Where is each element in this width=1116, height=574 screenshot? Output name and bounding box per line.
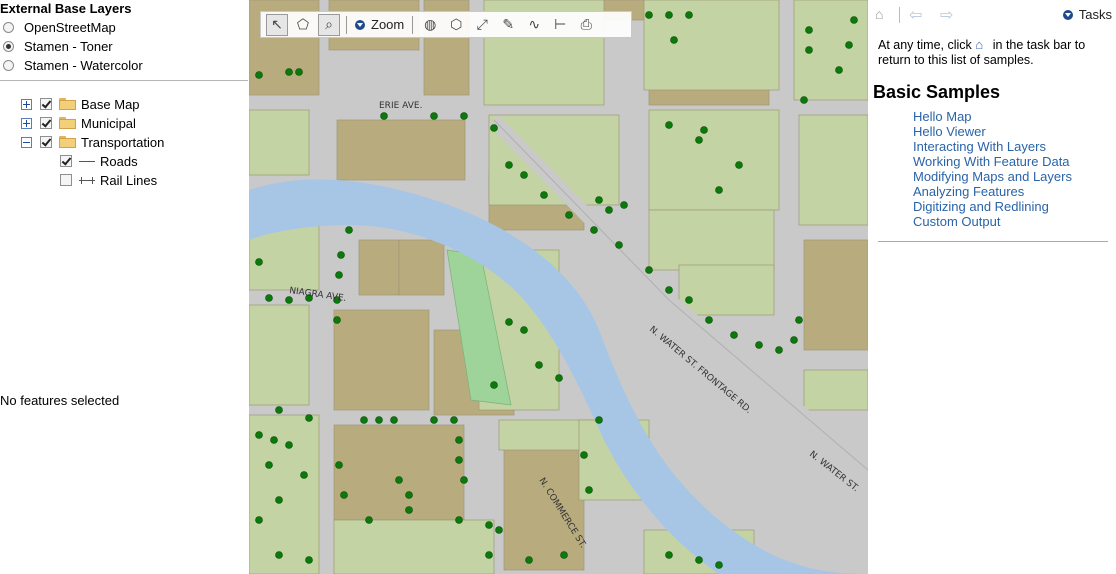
measure-icon: ∿ <box>528 16 541 32</box>
redline-button[interactable]: ✎ <box>497 14 519 36</box>
measure-button[interactable]: ∿ <box>523 14 545 36</box>
ruler-icon: ⊢ <box>554 16 567 32</box>
layer-label: Roads <box>100 153 138 169</box>
radio-button[interactable] <box>3 21 14 33</box>
print-icon: ⎙ <box>580 16 592 32</box>
select-icon: ↖ <box>271 16 283 32</box>
back-arrow-icon[interactable]: ⇦ <box>909 5 922 25</box>
base-layer-option-stamen-watercolor[interactable]: Stamen - Watercolor <box>3 56 143 74</box>
sample-link-interacting-with-layers[interactable]: Interacting With Layers <box>913 139 1072 154</box>
layer-checkbox[interactable] <box>40 98 52 110</box>
zoom-label: Zoom <box>371 17 405 32</box>
line-symbol-icon <box>79 160 95 162</box>
rail-symbol-icon <box>79 176 95 184</box>
selection-status: No features selected <box>0 393 120 408</box>
task-pane: ⌂ ⇦ ⇨ Tasks At any time, click ⌂ in the … <box>868 0 1116 574</box>
base-layer-label: Stamen - Toner <box>24 38 113 54</box>
zoom-box-icon: ⌕ <box>325 16 333 32</box>
tasks-label: Tasks <box>1078 7 1112 22</box>
layer-label: Municipal <box>81 115 136 131</box>
base-layer-label: Stamen - Watercolor <box>24 57 143 73</box>
base-layer-label: OpenStreetMap <box>24 19 116 35</box>
layer-label: Base Map <box>81 96 140 112</box>
zoom-dropdown[interactable]: Zoom <box>355 17 404 32</box>
intro-text: At any time, click ⌂ in the task bar to … <box>878 37 1114 68</box>
forward-arrow-icon[interactable]: ⇨ <box>940 5 953 25</box>
layer-label: Transportation <box>81 134 165 150</box>
intro-text-before: At any time, click <box>878 38 972 52</box>
select-polygon-icon: ⬠ <box>296 16 310 32</box>
extent-icon: ⤢ <box>476 16 488 32</box>
layer-checkbox[interactable] <box>40 136 52 148</box>
tasks-menu-button[interactable]: Tasks <box>1062 7 1112 22</box>
buffer-button[interactable]: ◍ <box>419 14 441 36</box>
buffer-icon: ◍ <box>424 16 437 32</box>
task-bar-separator <box>899 7 900 23</box>
divider <box>0 80 248 81</box>
sample-link-analyzing-features[interactable]: Analyzing Features <box>913 184 1072 199</box>
layer-group-transportation[interactable]: Transportation <box>21 133 164 151</box>
layer-label: Rail Lines <box>100 172 158 188</box>
zoom-box-button[interactable]: ⌕ <box>318 13 340 36</box>
layer-checkbox[interactable] <box>60 174 72 186</box>
sample-link-digitizing-and-redlining[interactable]: Digitizing and Redlining <box>913 199 1072 214</box>
home-icon[interactable]: ⌂ <box>875 7 890 22</box>
map-toolbar: ↖ ⬠ ⌕ Zoom ◍ ⬡ ⤢ ✎ ∿ ⊢ ⎙ <box>260 11 632 38</box>
folder-icon <box>59 136 76 148</box>
expand-icon[interactable] <box>21 117 32 129</box>
layer-checkbox[interactable] <box>40 117 52 129</box>
sample-link-modifying-maps-and-layers[interactable]: Modifying Maps and Layers <box>913 169 1072 184</box>
redline-icon: ✎ <box>502 16 515 32</box>
expand-icon[interactable] <box>21 98 32 110</box>
dropdown-icon <box>355 19 365 30</box>
radio-button[interactable] <box>3 59 14 71</box>
select-tool-button[interactable]: ↖ <box>266 13 288 36</box>
layer-roads[interactable]: Roads <box>60 152 138 170</box>
layer-group-municipal[interactable]: Municipal <box>21 114 136 132</box>
select-polygon-button[interactable]: ⬠ <box>292 14 314 36</box>
print-button[interactable]: ⎙ <box>575 14 597 36</box>
base-layers-heading: External Base Layers <box>0 1 132 16</box>
select-by-polygon-button[interactable]: ⬡ <box>445 14 467 36</box>
sample-link-hello-map[interactable]: Hello Map <box>913 109 1072 124</box>
extent-button[interactable]: ⤢ <box>471 14 493 36</box>
radio-button[interactable] <box>3 40 14 52</box>
sample-link-hello-viewer[interactable]: Hello Viewer <box>913 124 1072 139</box>
map-view[interactable]: ERIE AVE. NIAGRA AVE. N. WATER ST. FRONT… <box>249 0 868 574</box>
street-label-erie: ERIE AVE. <box>379 101 422 111</box>
dropdown-icon <box>1062 9 1073 20</box>
layer-rail-lines[interactable]: Rail Lines <box>60 171 157 189</box>
ruler-button[interactable]: ⊢ <box>549 14 571 36</box>
sample-links: Hello Map Hello Viewer Interacting With … <box>913 109 1072 229</box>
base-layer-option-stamen-toner[interactable]: Stamen - Toner <box>3 37 113 55</box>
home-icon: ⌂ <box>975 37 984 52</box>
select-by-polygon-icon: ⬡ <box>450 16 463 32</box>
section-title: Basic Samples <box>873 82 1001 102</box>
sample-link-working-with-feature-data[interactable]: Working With Feature Data <box>913 154 1072 169</box>
layer-checkbox[interactable] <box>60 155 72 167</box>
toolbar-separator <box>412 15 414 34</box>
toolbar-separator <box>346 15 347 34</box>
folder-icon <box>59 98 76 110</box>
divider <box>878 241 1108 242</box>
base-layer-option-openstreetmap[interactable]: OpenStreetMap <box>3 18 116 36</box>
collapse-icon[interactable] <box>21 136 32 148</box>
layer-panel: External Base Layers OpenStreetMap Stame… <box>0 0 248 574</box>
layer-group-base-map[interactable]: Base Map <box>21 95 140 113</box>
task-bar: ⌂ ⇦ ⇨ Tasks <box>868 0 1116 30</box>
map-canvas[interactable]: ERIE AVE. NIAGRA AVE. N. WATER ST. FRONT… <box>249 0 868 574</box>
sample-link-custom-output[interactable]: Custom Output <box>913 214 1072 229</box>
folder-icon <box>59 117 76 129</box>
